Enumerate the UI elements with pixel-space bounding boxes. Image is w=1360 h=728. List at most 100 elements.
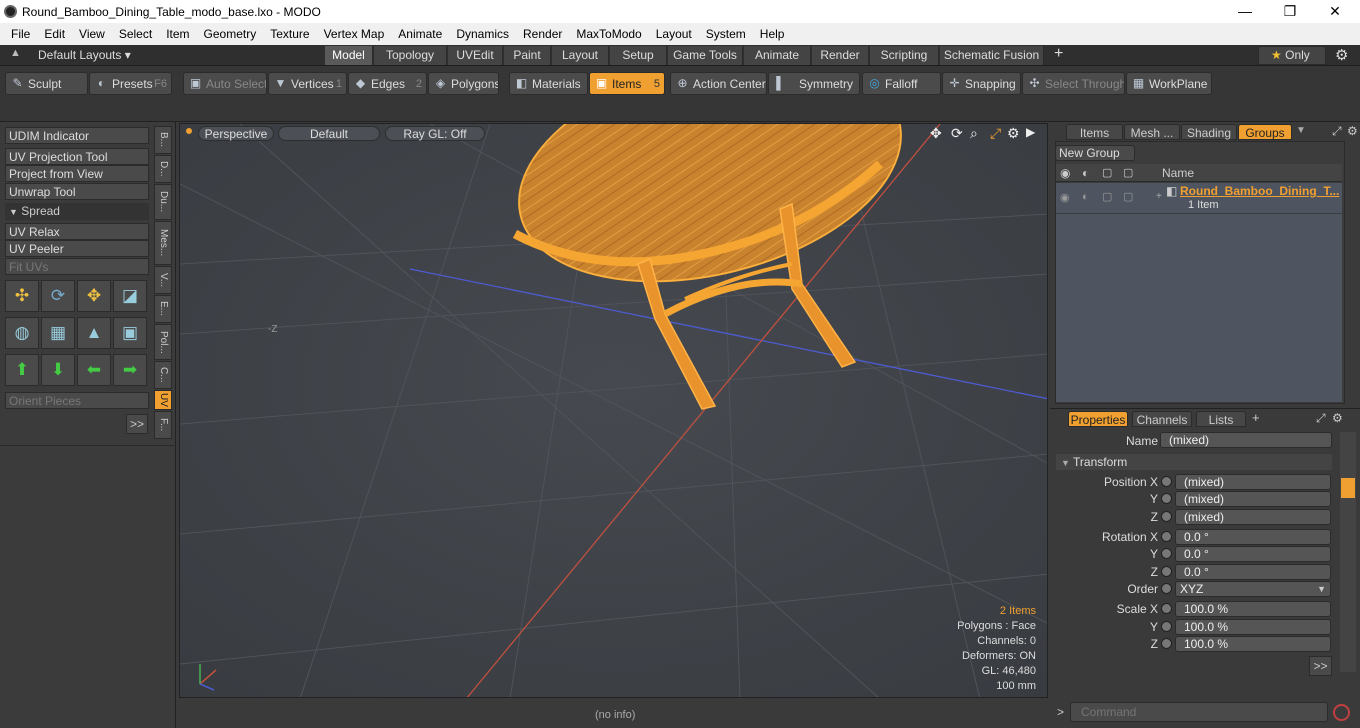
- vertices-button[interactable]: ▼ Vertices 1: [268, 72, 347, 95]
- expand-plus-icon[interactable]: +: [1156, 191, 1162, 202]
- add-tab-button[interactable]: +: [1054, 45, 1063, 63]
- expand-more-button[interactable]: >>: [126, 414, 148, 434]
- tab-schematic-fusion[interactable]: Schematic Fusion: [940, 46, 1044, 65]
- sculpt-button[interactable]: ✎ Sculpt: [5, 72, 88, 95]
- position-z-keyframe[interactable]: [1161, 511, 1172, 522]
- order-keyframe[interactable]: [1161, 583, 1172, 594]
- vtab-b[interactable]: B...: [154, 126, 172, 154]
- maximize-button[interactable]: ❐: [1267, 0, 1313, 23]
- viewport-gear-icon[interactable]: ⚙: [1007, 125, 1020, 142]
- menu-vertex-map[interactable]: Vertex Map: [317, 27, 392, 41]
- scale-z-keyframe[interactable]: [1161, 638, 1172, 649]
- uv-cube-icon[interactable]: ▣: [113, 317, 147, 349]
- menu-select[interactable]: Select: [112, 27, 159, 41]
- vtab-pol[interactable]: Pol...: [154, 324, 172, 360]
- menu-help[interactable]: Help: [753, 27, 792, 41]
- polygons-button[interactable]: ◈ Polygons: [428, 72, 499, 95]
- menu-dynamics[interactable]: Dynamics: [449, 27, 516, 41]
- properties-side-active[interactable]: [1341, 478, 1355, 498]
- align-down-icon[interactable]: ⬇: [41, 354, 75, 386]
- groups-dropdown-icon[interactable]: ▼: [1296, 125, 1306, 136]
- viewport-expand-icon[interactable]: ▶: [1026, 125, 1035, 139]
- viewport-menu-icon[interactable]: [186, 128, 192, 134]
- position-y-keyframe[interactable]: [1161, 493, 1172, 504]
- tab-uvedit[interactable]: UVEdit: [448, 46, 503, 65]
- uv-rotate-icon[interactable]: ⟳: [41, 280, 75, 312]
- edges-button[interactable]: ◆ Edges 2: [348, 72, 427, 95]
- orient-pieces-button[interactable]: Orient Pieces: [5, 392, 149, 409]
- order-dropdown[interactable]: XYZ ▼: [1175, 581, 1331, 597]
- rotation-y-keyframe[interactable]: [1161, 548, 1172, 559]
- tab-properties[interactable]: Properties: [1068, 411, 1128, 427]
- unwrap-tool-button[interactable]: Unwrap Tool: [5, 183, 149, 200]
- snapping-button[interactable]: ✛ Snapping: [942, 72, 1021, 95]
- record-icon[interactable]: [1333, 704, 1350, 721]
- tab-mesh[interactable]: Mesh ...: [1124, 124, 1180, 140]
- rotation-y-field[interactable]: 0.0 °: [1175, 546, 1331, 562]
- tab-model[interactable]: Model: [325, 46, 373, 65]
- scale-y-keyframe[interactable]: [1161, 621, 1172, 632]
- command-input[interactable]: [1070, 702, 1328, 722]
- layout-menu-icon[interactable]: ▲: [10, 47, 21, 59]
- menu-system[interactable]: System: [699, 27, 753, 41]
- vtab-f[interactable]: F...: [154, 411, 172, 439]
- workplane-button[interactable]: ▦ WorkPlane: [1126, 72, 1212, 95]
- vtab-c[interactable]: C...: [154, 361, 172, 389]
- symmetry-button[interactable]: ▌ Symmetry: [768, 72, 860, 95]
- tab-topology[interactable]: Topology: [374, 46, 447, 65]
- position-y-field[interactable]: (mixed): [1175, 491, 1331, 507]
- raygl-dropdown[interactable]: Ray GL: Off: [385, 126, 485, 141]
- uv-box-icon[interactable]: ◪: [113, 280, 147, 312]
- close-button[interactable]: ✕: [1312, 0, 1358, 23]
- position-x-field[interactable]: (mixed): [1175, 474, 1331, 490]
- visibility-icon[interactable]: ◉: [1060, 166, 1070, 180]
- menu-geometry[interactable]: Geometry: [197, 27, 264, 41]
- name-field[interactable]: (mixed): [1160, 432, 1332, 448]
- scale-z-field[interactable]: 100.0 %: [1175, 636, 1331, 652]
- tab-groups[interactable]: Groups: [1238, 124, 1292, 140]
- vtab-v[interactable]: V...: [154, 266, 172, 294]
- menu-item[interactable]: Item: [159, 27, 196, 41]
- menu-layout[interactable]: Layout: [649, 27, 699, 41]
- select-icon[interactable]: ▢: [1123, 166, 1133, 179]
- only-toggle[interactable]: ★ Only: [1258, 46, 1326, 65]
- tab-layout[interactable]: Layout: [552, 46, 609, 65]
- position-z-field[interactable]: (mixed): [1175, 509, 1331, 525]
- items-button[interactable]: ▣ Items 5: [589, 72, 665, 95]
- tab-game-tools[interactable]: Game Tools: [668, 46, 743, 65]
- default-layouts-dropdown[interactable]: Default Layouts ▾: [38, 48, 131, 62]
- vtab-du[interactable]: Du...: [154, 184, 172, 220]
- properties-gear-icon[interactable]: ⚙: [1332, 411, 1343, 425]
- add-tab-icon[interactable]: +: [1252, 410, 1260, 425]
- spread-section[interactable]: ▼ Spread: [5, 203, 149, 220]
- scale-x-field[interactable]: 100.0 %: [1175, 601, 1331, 617]
- menu-view[interactable]: View: [72, 27, 112, 41]
- tab-lists[interactable]: Lists: [1196, 411, 1246, 427]
- vtab-e[interactable]: E...: [154, 295, 172, 323]
- tab-animate[interactable]: Animate: [744, 46, 811, 65]
- properties-expand-icon[interactable]: ⤢: [1316, 411, 1326, 426]
- uv-transform-icon[interactable]: ✣: [5, 280, 39, 312]
- auto-select-button[interactable]: ▣ Auto Select: [183, 72, 267, 95]
- materials-button[interactable]: ◧ Materials: [509, 72, 588, 95]
- falloff-button[interactable]: ◎ Falloff: [862, 72, 941, 95]
- rotation-x-keyframe[interactable]: [1161, 531, 1172, 542]
- group-row[interactable]: ◉ ◐ ▢ ▢ + ◧ Round_Bamboo_Dining_T... 1 I…: [1056, 183, 1342, 213]
- position-x-keyframe[interactable]: [1161, 476, 1172, 487]
- action-center-button[interactable]: ⊕ Action Center: [670, 72, 767, 95]
- uv-peeler-button[interactable]: UV Peeler: [5, 240, 149, 257]
- groups-expand-icon[interactable]: ⤢: [1332, 124, 1342, 139]
- scale-x-keyframe[interactable]: [1161, 603, 1172, 614]
- new-group-button[interactable]: New Group: [1055, 145, 1135, 161]
- uv-move-icon[interactable]: ✥: [77, 280, 111, 312]
- align-left-icon[interactable]: ⬅: [77, 354, 111, 386]
- uv-sphere-icon[interactable]: ◍: [5, 317, 39, 349]
- menu-edit[interactable]: Edit: [37, 27, 72, 41]
- uv-projection-tool-button[interactable]: UV Projection Tool: [5, 148, 149, 165]
- row-render-icon[interactable]: ◐: [1082, 191, 1089, 203]
- tab-items[interactable]: Items: [1066, 124, 1123, 140]
- menu-render[interactable]: Render: [516, 27, 569, 41]
- rotation-x-field[interactable]: 0.0 °: [1175, 529, 1331, 545]
- tab-setup[interactable]: Setup: [610, 46, 667, 65]
- project-from-view-button[interactable]: Project from View: [5, 165, 149, 182]
